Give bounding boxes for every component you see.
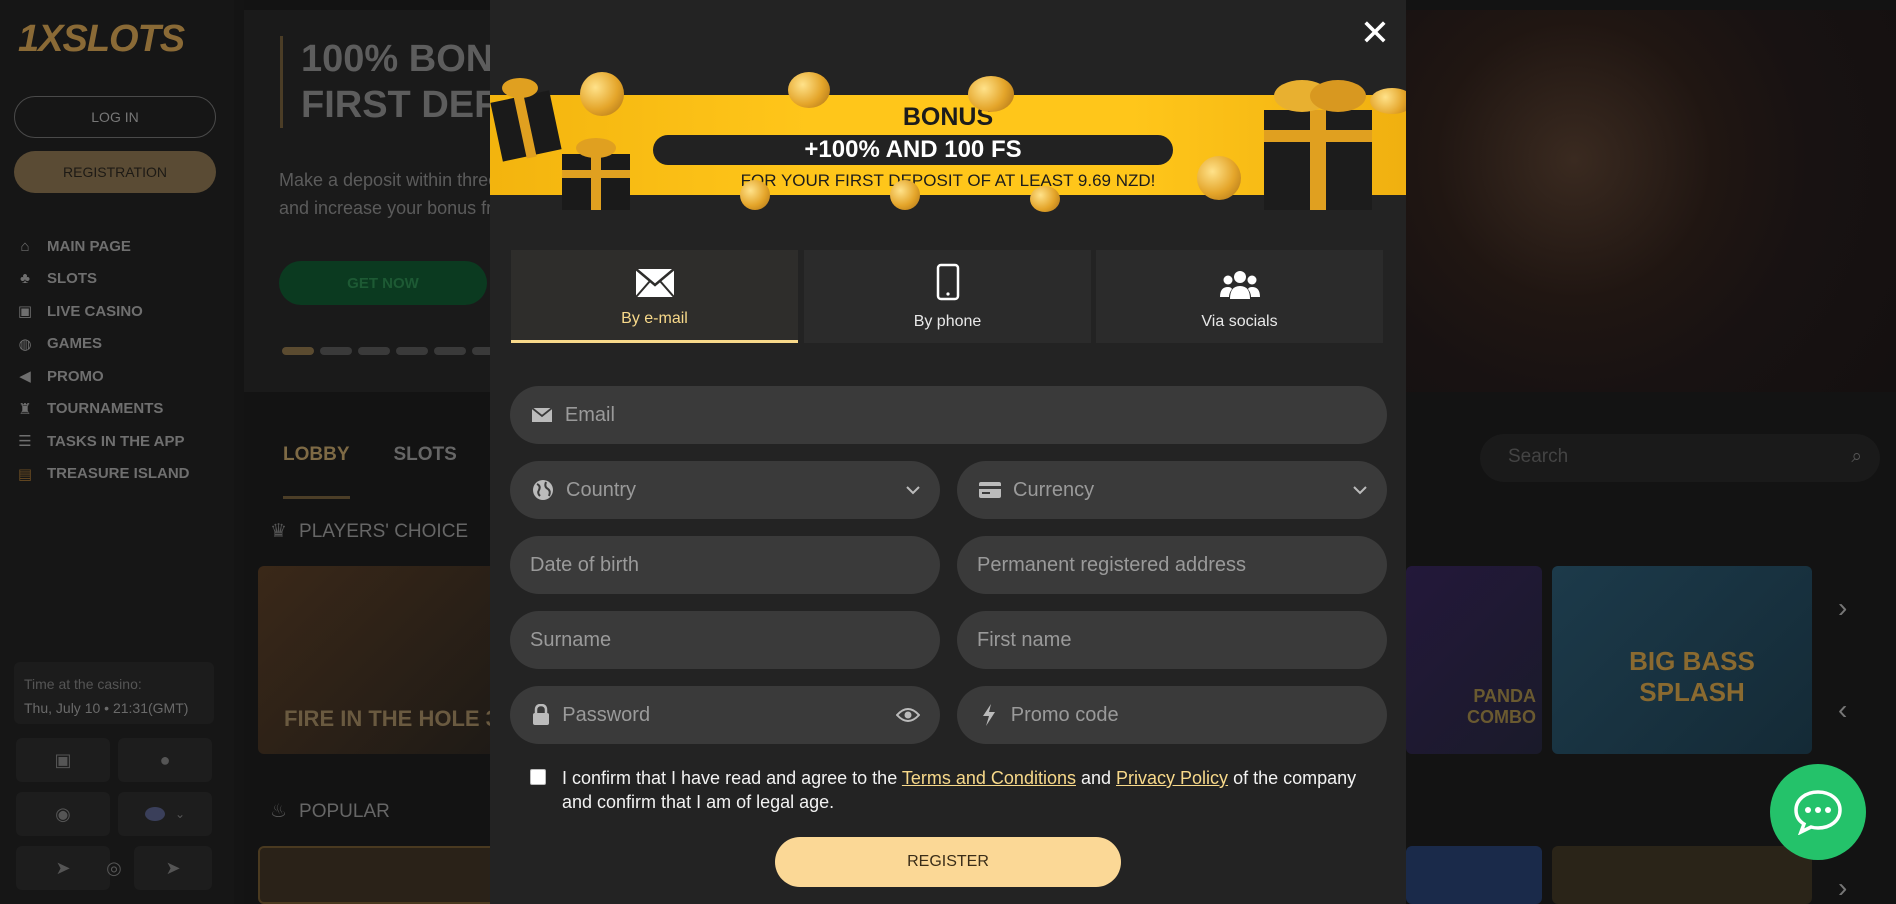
consent-text-part: I confirm that I have read and agree to …	[562, 768, 902, 788]
coin-decoration	[1197, 156, 1241, 200]
privacy-policy-link[interactable]: Privacy Policy	[1116, 768, 1228, 788]
tab-label: By phone	[913, 313, 982, 330]
first-name-field[interactable]	[957, 611, 1387, 669]
phone-icon	[936, 263, 959, 301]
close-button[interactable]: ✕	[1358, 15, 1392, 52]
globe-icon	[530, 479, 556, 501]
tab-via-socials[interactable]: Via socials	[1096, 250, 1383, 343]
coin-decoration	[580, 72, 624, 116]
promo-code-field[interactable]	[957, 686, 1387, 744]
close-icon: ✕	[1359, 12, 1391, 53]
coin-decoration	[740, 180, 770, 210]
register-button[interactable]: REGISTER	[775, 837, 1121, 887]
chevron-down-icon	[906, 485, 920, 495]
banner-offer: +100% AND 100 FS	[653, 135, 1173, 165]
date-of-birth-field[interactable]	[510, 536, 940, 594]
password-field[interactable]	[510, 686, 940, 744]
users-icon	[1219, 271, 1260, 299]
tab-label: Via socials	[1201, 313, 1278, 330]
consent-text: I confirm that I have read and agree to …	[562, 766, 1370, 814]
password-input[interactable]	[562, 703, 896, 727]
email-field[interactable]	[510, 386, 1387, 444]
card-icon	[977, 482, 1003, 498]
coin-decoration	[968, 76, 1014, 112]
coin-decoration	[890, 180, 920, 210]
envelope-icon	[530, 407, 555, 423]
chat-button[interactable]	[1770, 764, 1866, 860]
chevron-down-icon	[1353, 485, 1367, 495]
consent-text-part: and	[1075, 768, 1117, 788]
address-field[interactable]	[957, 536, 1387, 594]
first-name-input[interactable]	[977, 628, 1367, 652]
country-select[interactable]: Country	[510, 461, 940, 519]
gift-icon	[1264, 80, 1372, 210]
tab-by-email[interactable]: By e-mail	[511, 250, 798, 343]
gift-icon	[490, 78, 562, 162]
surname-field[interactable]	[510, 611, 940, 669]
tab-label: By e-mail	[621, 310, 688, 327]
currency-select[interactable]: Currency	[957, 461, 1387, 519]
gift-icon	[562, 138, 630, 210]
eye-icon[interactable]	[896, 707, 920, 723]
address-input[interactable]	[977, 553, 1367, 577]
coin-decoration	[788, 72, 830, 108]
email-input[interactable]	[564, 403, 1367, 427]
country-placeholder: Country	[566, 478, 637, 501]
promo-code-input[interactable]	[1010, 703, 1367, 727]
lightning-icon	[977, 704, 1001, 726]
registration-modal: ✕ BONUS +100% AND 100 FS FOR YOUR FIRST …	[490, 0, 1406, 904]
terms-consent: I confirm that I have read and agree to …	[530, 766, 1370, 814]
lock-icon	[530, 704, 552, 726]
terms-link[interactable]: Terms and Conditions	[902, 768, 1076, 788]
tab-by-phone[interactable]: By phone	[804, 250, 1091, 343]
surname-input[interactable]	[530, 628, 920, 652]
coin-decoration	[1030, 186, 1060, 212]
envelope-icon	[634, 268, 675, 298]
dob-input[interactable]	[530, 553, 920, 577]
currency-placeholder: Currency	[1013, 478, 1095, 501]
terms-checkbox[interactable]	[530, 769, 546, 785]
chat-icon	[1794, 790, 1842, 835]
